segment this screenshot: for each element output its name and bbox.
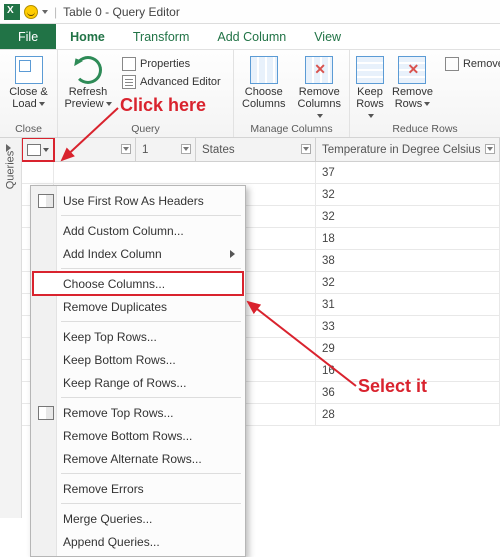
menu-remove-duplicates[interactable]: Remove Duplicates — [33, 295, 243, 318]
refresh-icon — [74, 56, 102, 84]
excel-icon — [4, 4, 20, 20]
cell-temperature: 32 — [316, 272, 500, 293]
menu-keep-range-rows[interactable]: Keep Range of Rows... — [33, 371, 243, 394]
menu-remove-top-rows[interactable]: Remove Top Rows... — [33, 401, 243, 424]
queries-label: Queries — [5, 151, 17, 190]
window-title: Table 0 - Query Editor — [63, 5, 180, 19]
column-header-temperature[interactable]: Temperature in Degree Celsius — [316, 138, 500, 161]
remove-rows-small-icon — [445, 57, 459, 71]
qat-dropdown-icon[interactable] — [42, 10, 48, 14]
menu-append-queries[interactable]: Append Queries... — [33, 530, 243, 553]
table-icon — [27, 144, 41, 156]
cell-temperature: 32 — [316, 206, 500, 227]
filter-icon[interactable] — [121, 144, 131, 154]
choose-columns-label: ChooseColumns — [242, 86, 285, 110]
menu-add-custom-column[interactable]: Add Custom Column... — [33, 219, 243, 242]
row-index — [22, 162, 54, 183]
keep-rows-icon — [356, 56, 384, 84]
menu-remove-bottom-rows[interactable]: Remove Bottom Rows... — [33, 424, 243, 447]
table-row[interactable]: 37 — [22, 162, 500, 184]
grid-header: 1 States Temperature in Degree Celsius — [22, 138, 500, 162]
keep-rows-button[interactable]: KeepRows — [356, 54, 384, 122]
cell-temperature: 31 — [316, 294, 500, 315]
table-icon — [38, 194, 54, 208]
cell-temperature: 32 — [316, 184, 500, 205]
close-load-icon — [15, 56, 43, 84]
filter-icon[interactable] — [301, 144, 311, 154]
cell-temperature: 37 — [316, 162, 500, 183]
remove-rows-alt-button[interactable]: Remove — [443, 56, 500, 72]
cell-temperature: 36 — [316, 382, 500, 403]
cell-temperature: 16 — [316, 360, 500, 381]
ribbon: Close &Load Close RefreshPreview Propert… — [0, 50, 500, 138]
remove-rows-button[interactable]: RemoveRows — [392, 54, 433, 110]
separator: | — [54, 5, 57, 19]
column-header-states[interactable]: States — [196, 138, 316, 161]
filter-icon[interactable] — [485, 144, 495, 154]
menu-remove-alternate-rows[interactable]: Remove Alternate Rows... — [33, 447, 243, 470]
tab-transform[interactable]: Transform — [119, 24, 204, 49]
close-load-button[interactable]: Close &Load — [6, 54, 51, 110]
table-context-menu: Use First Row As Headers Add Custom Colu… — [30, 185, 246, 557]
column-header-1[interactable]: 1 — [136, 138, 196, 161]
group-query-label: Query — [64, 122, 227, 135]
tab-view[interactable]: View — [300, 24, 355, 49]
remove-columns-label: RemoveColumns — [298, 86, 341, 110]
keep-rows-label: KeepRows — [356, 86, 384, 110]
queries-sidebar[interactable]: Queries — [0, 138, 22, 518]
advanced-editor-icon — [122, 75, 136, 89]
menu-keep-bottom-rows[interactable]: Keep Bottom Rows... — [33, 348, 243, 371]
advanced-editor-button[interactable]: Advanced Editor — [120, 74, 223, 90]
chevron-down-icon — [43, 148, 49, 152]
menu-remove-errors[interactable]: Remove Errors — [33, 477, 243, 500]
column-header-blank[interactable] — [54, 138, 136, 161]
ribbon-tabs: File Home Transform Add Column View — [0, 24, 500, 50]
menu-choose-columns[interactable]: Choose Columns... — [33, 272, 243, 295]
menu-keep-top-rows[interactable]: Keep Top Rows... — [33, 325, 243, 348]
remove-rows-icon — [398, 56, 426, 84]
close-load-label: Close &Load — [9, 86, 48, 110]
cell-temperature: 33 — [316, 316, 500, 337]
tab-home[interactable]: Home — [56, 24, 119, 49]
group-manage-columns-label: Manage Columns — [240, 122, 343, 135]
refresh-preview-button[interactable]: RefreshPreview — [64, 54, 112, 110]
menu-first-row-headers[interactable]: Use First Row As Headers — [33, 189, 243, 212]
cell-temperature: 18 — [316, 228, 500, 249]
remove-rows-label: RemoveRows — [392, 86, 433, 110]
tab-add-column[interactable]: Add Column — [203, 24, 300, 49]
filter-icon[interactable] — [181, 144, 191, 154]
menu-merge-queries[interactable]: Merge Queries... — [33, 507, 243, 530]
choose-columns-icon — [250, 56, 278, 84]
tab-file[interactable]: File — [0, 24, 56, 49]
remove-columns-icon — [305, 56, 333, 84]
group-close-label: Close — [6, 122, 51, 135]
cell-temperature: 28 — [316, 404, 500, 425]
remove-columns-button[interactable]: RemoveColumns — [296, 54, 344, 122]
refresh-label: RefreshPreview — [64, 86, 107, 110]
group-reduce-rows-label: Reduce Rows — [356, 122, 494, 135]
remove-rows-alt-label: Remove — [463, 58, 500, 70]
properties-label: Properties — [140, 58, 190, 70]
table-menu-button[interactable] — [22, 138, 54, 161]
advanced-editor-label: Advanced Editor — [140, 76, 221, 88]
menu-add-index-column[interactable]: Add Index Column — [33, 242, 243, 265]
cell-state — [196, 162, 316, 183]
properties-icon — [122, 57, 136, 71]
cell-temperature: 38 — [316, 250, 500, 271]
properties-button[interactable]: Properties — [120, 56, 223, 72]
cell-temperature: 29 — [316, 338, 500, 359]
table-icon — [38, 406, 54, 420]
title-bar: | Table 0 - Query Editor — [0, 0, 500, 24]
choose-columns-button[interactable]: ChooseColumns — [240, 54, 288, 110]
smiley-icon — [24, 5, 38, 19]
